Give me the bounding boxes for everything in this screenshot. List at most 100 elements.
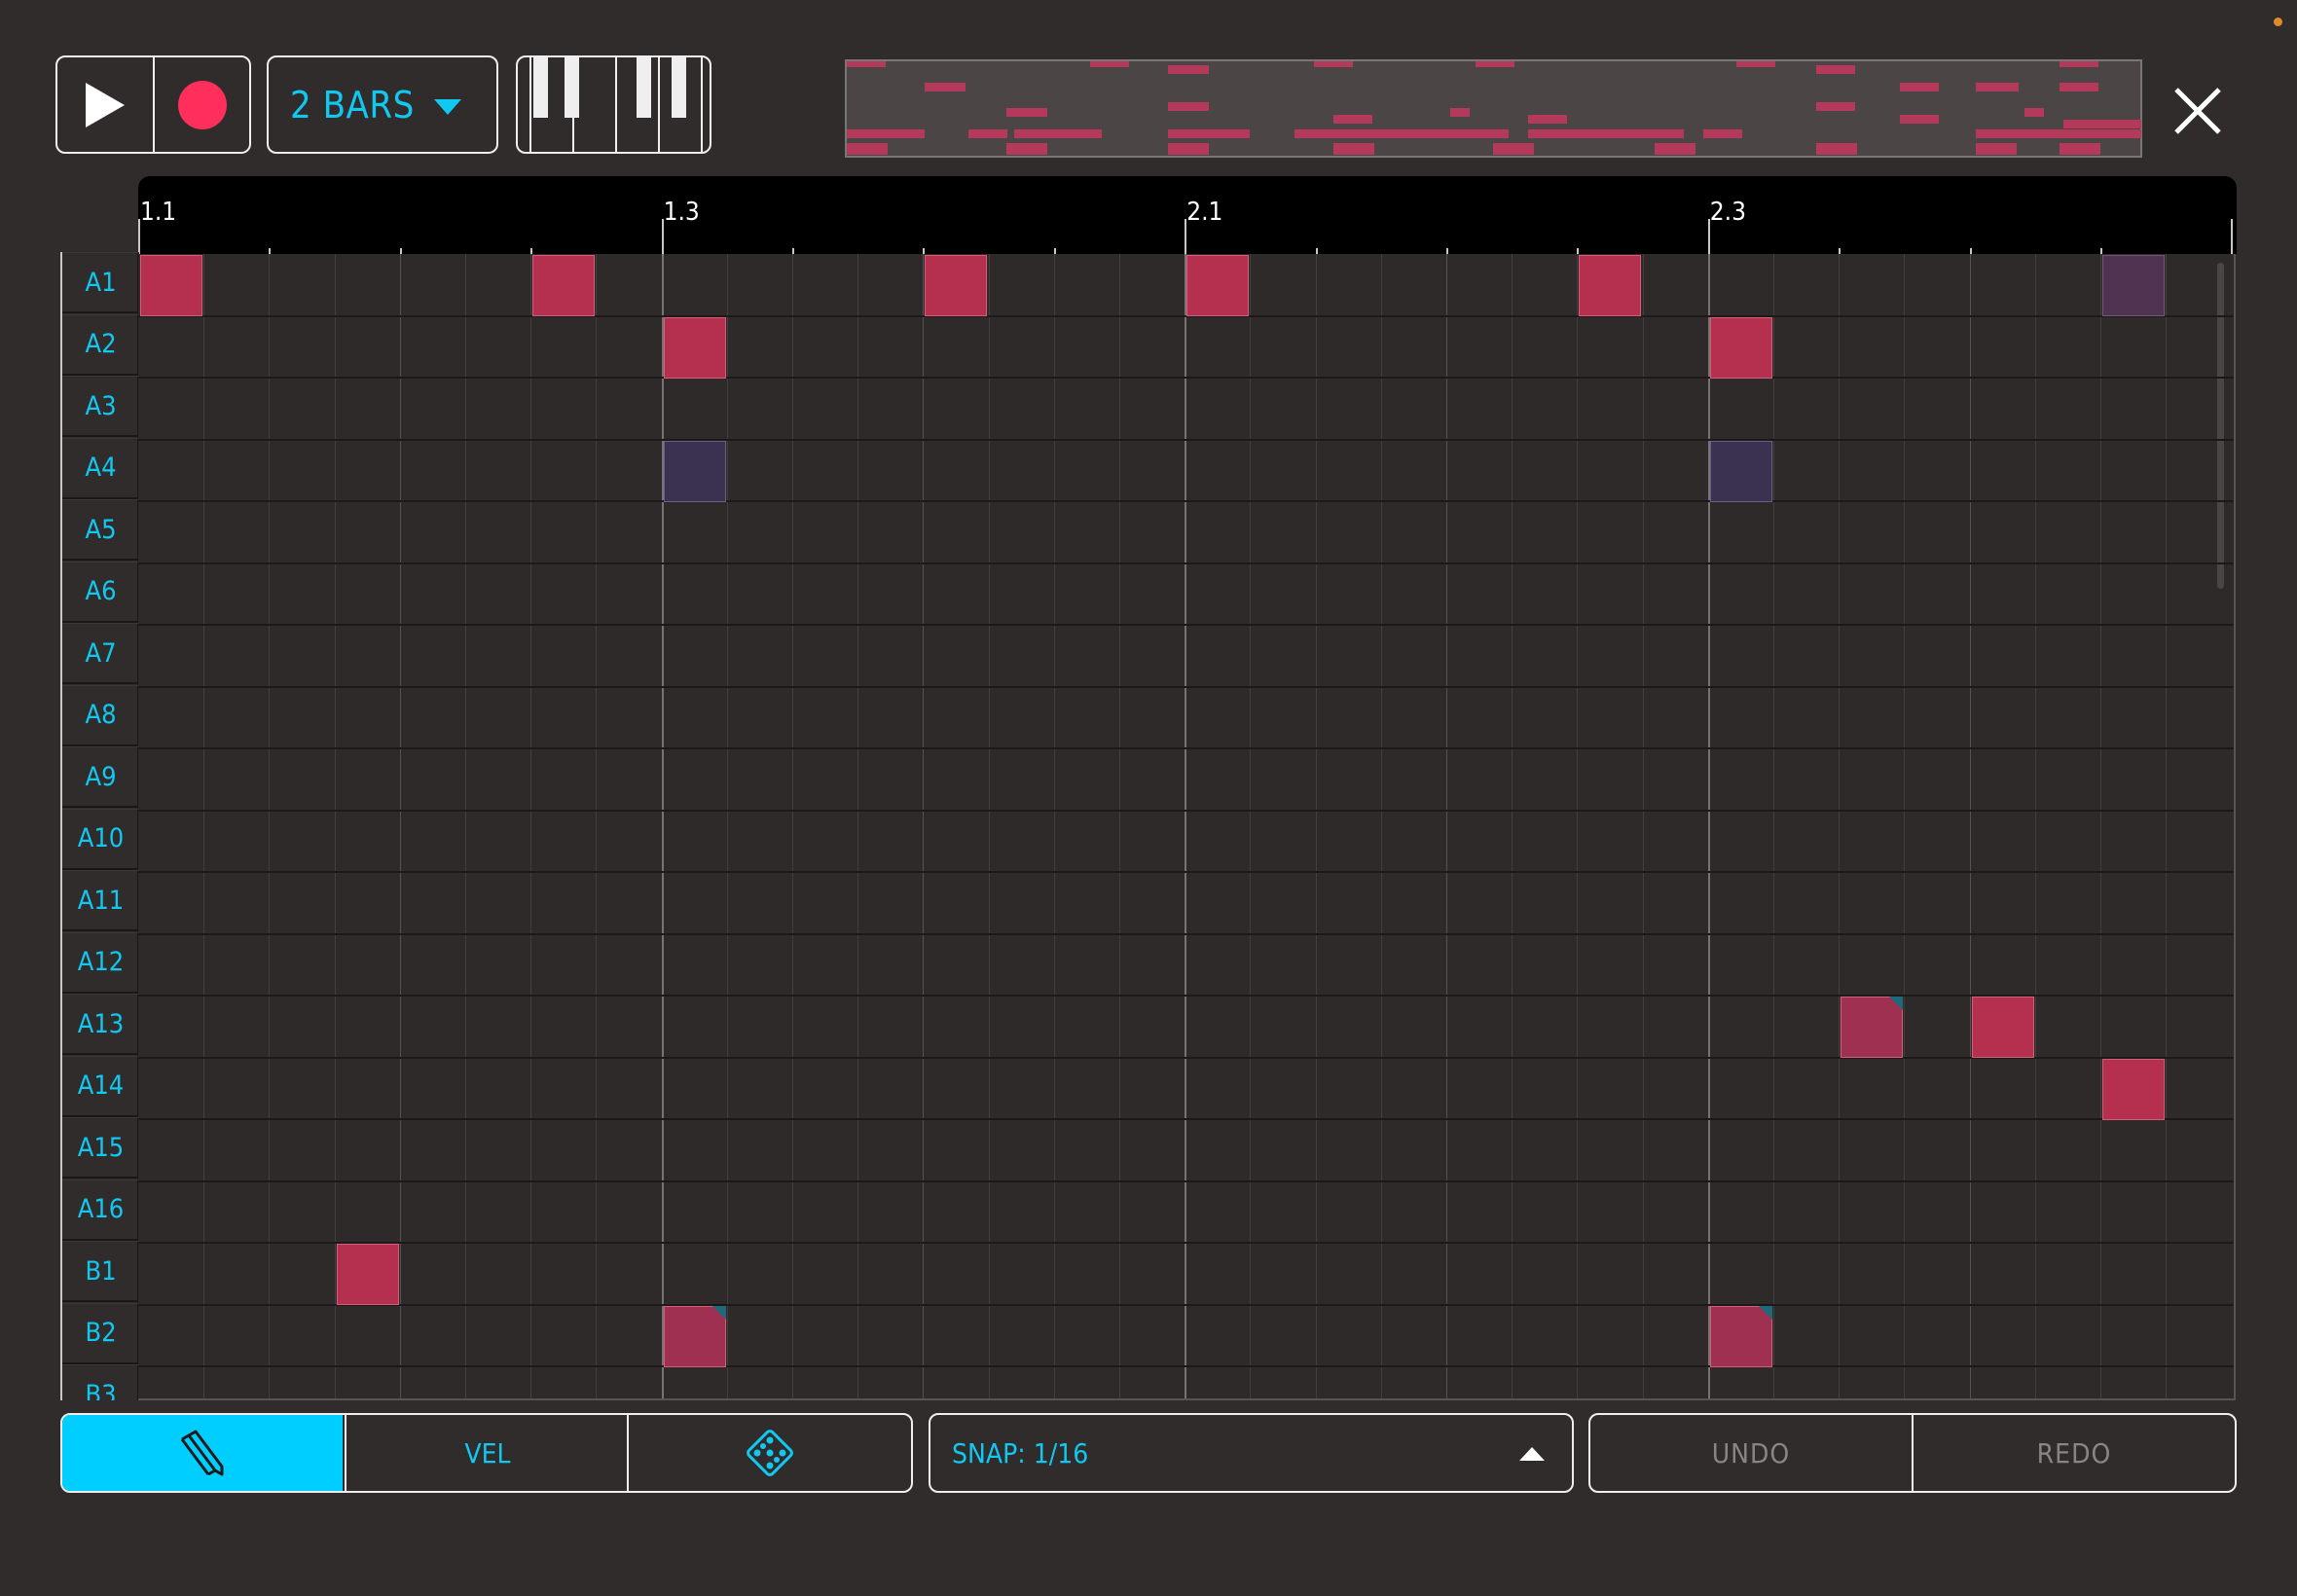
note-a1-step-30[interactable]	[2102, 255, 2165, 316]
undo-button[interactable]: UNDO	[1590, 1415, 1912, 1491]
randomize-tool-button[interactable]	[627, 1415, 911, 1491]
snap-label: SNAP: 1/16	[952, 1436, 1089, 1469]
note-a4-step-24[interactable]	[1709, 440, 1772, 502]
grid-column-line	[1839, 254, 1841, 1400]
grid-row-line	[138, 438, 2234, 441]
velocity-tool-button[interactable]: VEL	[345, 1415, 629, 1491]
note-flag-icon	[1758, 1305, 1772, 1320]
grid-column-line	[1250, 254, 1252, 1400]
grid-column-line	[1053, 254, 1055, 1400]
note-a2-step-24[interactable]	[1709, 316, 1772, 379]
record-button[interactable]	[155, 57, 249, 152]
grid-row-line	[138, 1365, 2234, 1367]
grid-column-line	[1969, 254, 1971, 1400]
dice-icon	[747, 1430, 793, 1476]
lane-label-a15[interactable]: A15	[62, 1117, 139, 1179]
lane-label-a12[interactable]: A12	[62, 931, 139, 994]
grid-column-line	[334, 254, 336, 1400]
lane-label-a1[interactable]: A1	[62, 252, 139, 313]
lane-label-b1[interactable]: B1	[62, 1241, 139, 1302]
grid-row-line	[138, 377, 2234, 379]
lane-label-a4[interactable]: A4	[62, 437, 139, 499]
lane-label-a7[interactable]: A7	[62, 623, 139, 684]
draw-tool-button[interactable]	[62, 1415, 343, 1491]
keyboard-button[interactable]	[516, 55, 711, 154]
grid-row-line	[138, 871, 2234, 873]
lane-label-a9[interactable]: A9	[62, 746, 139, 808]
grid-row-line	[138, 1056, 2234, 1059]
note-a13-step-26[interactable]	[1841, 997, 1904, 1058]
vertical-scrollbar[interactable]	[2217, 263, 2224, 589]
grid-column-line	[203, 254, 205, 1400]
lane-label-a13[interactable]: A13	[62, 994, 139, 1055]
grid-column-line	[269, 254, 271, 1400]
lane-label-a16[interactable]: A16	[62, 1179, 139, 1241]
lane-label-a11[interactable]: A11	[62, 870, 139, 931]
note-a1-step-22[interactable]	[1579, 255, 1642, 316]
ruler-label: 2.1	[1186, 198, 1223, 227]
grid-column-line	[2166, 254, 2168, 1400]
grid-row-line	[138, 1303, 2234, 1306]
lane-label-a5[interactable]: A5	[62, 499, 139, 561]
grid-bottom-border	[138, 1398, 2236, 1400]
grid-column-line	[2100, 254, 2101, 1400]
grid-row-line	[138, 1242, 2234, 1244]
note-b2-step-8[interactable]	[663, 1305, 726, 1367]
lane-label-a2[interactable]: A2	[62, 313, 139, 376]
note-a2-step-8[interactable]	[663, 316, 726, 379]
grid-column-line	[399, 254, 401, 1400]
grid-column-line	[530, 254, 532, 1400]
grid-row-line	[138, 624, 2234, 626]
grid-column-line	[1707, 254, 1710, 1400]
lane-label-a10[interactable]: A10	[62, 808, 139, 870]
ruler-label: 1.3	[663, 198, 700, 227]
grid-column-line	[726, 254, 728, 1400]
note-a1-step-0[interactable]	[140, 255, 202, 316]
play-button[interactable]	[57, 57, 153, 152]
grid-column-line	[661, 254, 664, 1400]
velocity-label: VEL	[464, 1436, 511, 1469]
note-a1-step-16[interactable]	[1186, 255, 1250, 316]
note-a1-step-6[interactable]	[532, 255, 596, 316]
ruler-tick	[2231, 219, 2234, 254]
note-b1-step-3[interactable]	[336, 1244, 399, 1305]
grid-column-line	[1512, 254, 1513, 1400]
note-a14-step-30[interactable]	[2102, 1058, 2165, 1120]
grid-row-line	[138, 685, 2234, 688]
lane-label-b2[interactable]: B2	[62, 1302, 139, 1364]
note-flag-icon	[711, 1305, 726, 1320]
note-a13-step-28[interactable]	[1971, 997, 2034, 1058]
grid-row-line	[138, 1179, 2234, 1182]
note-b2-step-24[interactable]	[1709, 1305, 1772, 1367]
grid-row-line	[138, 747, 2234, 749]
note-a4-step-8[interactable]	[663, 440, 726, 502]
grid-column-line	[1904, 254, 1906, 1400]
note-a1-step-12[interactable]	[925, 255, 988, 316]
transport-controls	[55, 55, 251, 154]
grid-column-line	[1380, 254, 1382, 1400]
grid-row-line	[138, 809, 2234, 812]
piano-keyboard-icon	[529, 57, 703, 152]
pattern-overview[interactable]	[845, 59, 2142, 158]
close-button[interactable]	[2169, 82, 2227, 140]
record-icon	[177, 80, 227, 129]
redo-button[interactable]: REDO	[1912, 1415, 2235, 1491]
grid-column-line	[2034, 254, 2036, 1400]
grid-column-line	[923, 254, 925, 1400]
lane-label-a6[interactable]: A6	[62, 561, 139, 623]
grid-column-line	[1185, 254, 1187, 1400]
lane-label-a14[interactable]: A14	[62, 1055, 139, 1117]
history-controls: UNDO REDO	[1588, 1413, 2237, 1493]
lane-label-a8[interactable]: A8	[62, 684, 139, 746]
lane-label-a3[interactable]: A3	[62, 376, 139, 437]
lane-labels: A1 A2 A3 A4 A5 A6 A7 A8 A9 A10 A11 A12 A13 A14 A15 A16 B…	[60, 252, 139, 1400]
bars-length-dropdown[interactable]: 2 BARS	[267, 55, 498, 154]
grid-column-line	[1315, 254, 1317, 1400]
play-icon	[86, 82, 125, 127]
snap-dropdown[interactable]: SNAP: 1/16	[929, 1413, 1574, 1493]
lane-label-b3[interactable]: B3	[62, 1364, 139, 1400]
note-grid[interactable]	[138, 254, 2236, 1400]
dropdown-caret-icon	[434, 99, 461, 115]
pencil-icon	[180, 1430, 224, 1476]
timeline-ruler[interactable]: 1.1 1.3 2.1 2.3	[138, 176, 2237, 254]
